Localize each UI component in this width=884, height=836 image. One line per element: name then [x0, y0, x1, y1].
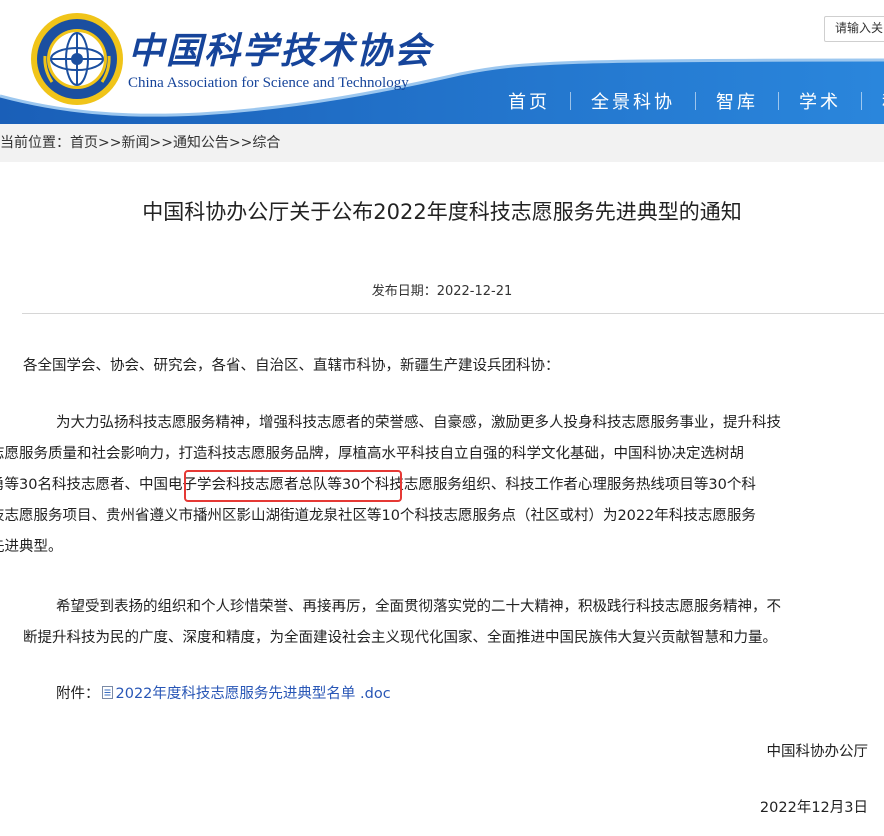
site-title-cn: 中国科学技术协会 [128, 30, 433, 72]
main-nav: 首页 全景科协 智库 学术 科 [488, 86, 884, 116]
article-title: 中国科协办公厅关于公布2022年度科技志愿服务先进典型的通知 [142, 200, 742, 224]
paragraph-line: 断提升科技为民的广度、深度和精度，为全面建设社会主义现代化国家、全面推进中国民族… [23, 630, 777, 646]
breadcrumb-news[interactable]: 新闻 [121, 135, 149, 151]
nav-science[interactable]: 科 [862, 88, 884, 114]
paragraph-line: 技志愿服务项目、贵州省遵义市播州区影山湖街道龙泉社区等10个科技志愿服务点（社区… [0, 508, 756, 524]
paragraph-segment: 勇等30名科技志愿者、 [0, 477, 139, 493]
signer: 中国科协办公厅 [766, 744, 869, 760]
paragraph-segment: 等30个科技志愿服务组织、科技工作者心理服务热线项目等30个科 [327, 477, 756, 493]
article-hope-paragraph: 希望受到表扬的组织和个人珍惜荣誉、再接再厉，全面贯彻落实党的二十大精神，积极践行… [23, 592, 869, 654]
article-main-paragraph: 为大力弘扬科技志愿服务精神，增强科技志愿者的荣誉感、自豪感，激励更多人投身科技志… [0, 408, 869, 563]
attachment-row: 附件： 2022年度科技志愿服务先进典型名单 .doc [56, 682, 391, 703]
paragraph-line: 先进典型。 [0, 539, 63, 555]
publish-date-value: 2022-12-21 [436, 284, 513, 299]
breadcrumb-separator: >> [98, 135, 122, 151]
breadcrumb-general[interactable]: 综合 [252, 135, 280, 151]
doc-file-icon [101, 686, 113, 699]
search-input[interactable] [825, 17, 884, 39]
sign-date: 2022年12月3日 [759, 800, 868, 816]
breadcrumb-separator: >> [228, 135, 253, 151]
publish-date: 发布日期：2022-12-21 [0, 280, 884, 299]
article-greeting: 各全国学会、协会、研究会，各省、自治区、直辖市科协，新疆生产建设兵团科协： [23, 358, 560, 374]
paragraph-line: 勇等30名科技志愿者、中国电子学会科技志愿者总队等30个科技志愿服务组织、科技工… [0, 470, 869, 501]
attachment-label: 附件： [56, 686, 100, 702]
breadcrumb-notices[interactable]: 通知公告 [173, 135, 229, 151]
title-divider [22, 313, 884, 314]
publish-date-label: 发布日期： [371, 284, 437, 299]
nav-overview[interactable]: 全景科协 [571, 88, 695, 114]
breadcrumb-home[interactable]: 首页 [70, 135, 98, 151]
highlighted-organization: 中国电子学会科技志愿者总队 [138, 477, 328, 493]
paragraph-line: 希望受到表扬的组织和个人珍惜荣誉、再接再厉，全面贯彻落实党的二十大精神，积极践行… [56, 599, 781, 615]
search-box[interactable] [824, 16, 884, 42]
nav-think-tank[interactable]: 智库 [696, 88, 778, 114]
nav-academic[interactable]: 学术 [779, 88, 861, 114]
paragraph-line: 志愿服务质量和社会影响力，打造科技志愿服务品牌，厚植高水平科技自立自强的科学文化… [0, 446, 744, 462]
paragraph-line: 为大力弘扬科技志愿服务精神，增强科技志愿者的荣誉感、自豪感，激励更多人投身科技志… [56, 415, 781, 431]
attachment-link[interactable]: 2022年度科技志愿服务先进典型名单 .doc [116, 682, 391, 703]
site-title-en: China Association for Science and Techno… [128, 75, 409, 91]
breadcrumb-prefix: 当前位置： [0, 135, 70, 151]
nav-home[interactable]: 首页 [488, 88, 570, 114]
site-header: 中国科学技术协会 China Association for Science a… [0, 0, 884, 124]
cast-logo-emblem[interactable] [30, 12, 124, 106]
breadcrumb-separator: >> [149, 135, 173, 151]
breadcrumb: 当前位置：首页>>新闻>>通知公告>>综合 [0, 124, 884, 162]
